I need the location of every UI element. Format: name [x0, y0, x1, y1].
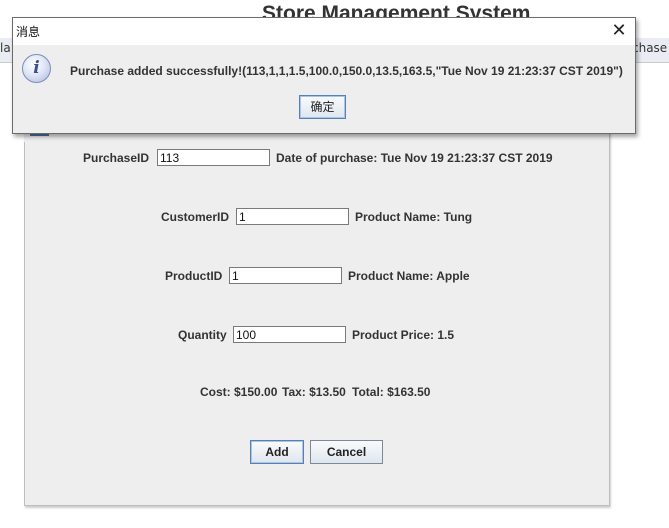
product-id-label: ProductID: [165, 269, 223, 283]
tab-purchase[interactable]: chase: [632, 41, 667, 55]
tax-label: Tax: $13.50: [282, 385, 346, 399]
message-dialog: 消息 ✕ i Purchase added successfully!(113,…: [12, 17, 636, 134]
info-icon: i: [22, 54, 51, 83]
purchase-id-label: PurchaseID: [83, 151, 150, 165]
quantity-input[interactable]: [233, 326, 346, 343]
product-price-label: Product Price: 1.5: [352, 328, 455, 342]
ok-button[interactable]: 确定: [299, 95, 346, 119]
dialog-titlebar[interactable]: 消息 ✕: [13, 18, 635, 45]
dialog-message: Purchase added successfully!(113,1,1,1.5…: [70, 64, 623, 78]
add-button[interactable]: Add: [250, 440, 304, 464]
cost-label: Cost: $150.00: [200, 385, 278, 399]
close-icon[interactable]: ✕: [609, 21, 629, 41]
customer-id-label: CustomerID: [161, 210, 230, 224]
customer-id-input[interactable]: [236, 208, 349, 225]
dialog-title: 消息: [16, 25, 41, 39]
cancel-button[interactable]: Cancel: [310, 440, 383, 464]
quantity-label: Quantity: [178, 328, 227, 342]
total-label: Total: $163.50: [352, 385, 431, 399]
tab-left[interactable]: la: [0, 41, 11, 55]
purchase-id-input[interactable]: [157, 149, 270, 166]
product-name-label: Product Name: Apple: [348, 269, 470, 283]
date-of-purchase-label: Date of purchase: Tue Nov 19 21:23:37 CS…: [276, 151, 553, 165]
customer-name-label: Product Name: Tung: [355, 210, 473, 224]
product-id-input[interactable]: [229, 267, 342, 284]
